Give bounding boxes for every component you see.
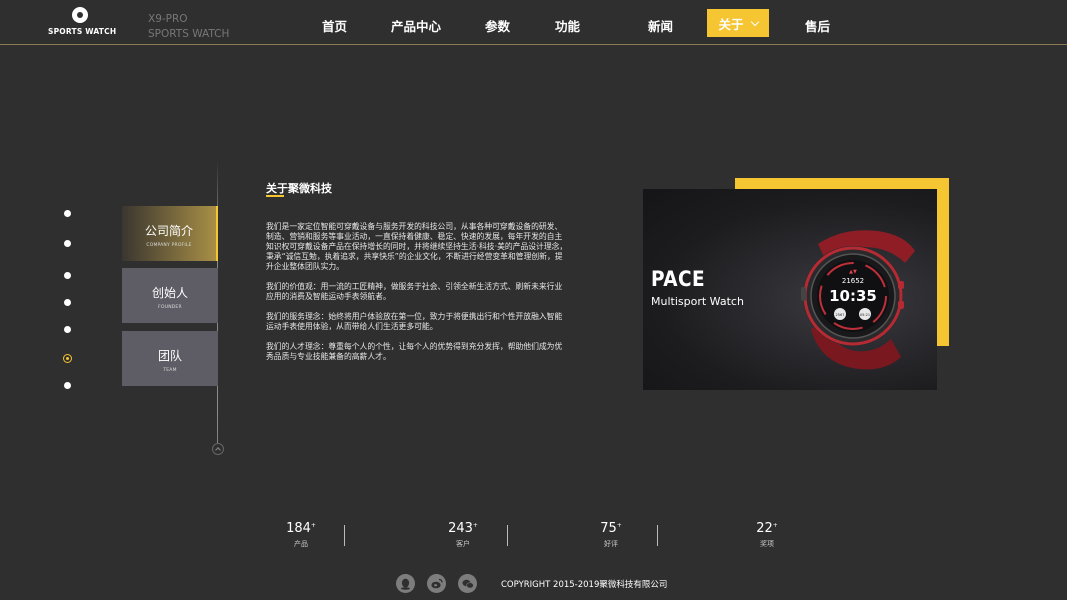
brand-line-2: SPORTS WATCH [148,28,230,40]
stat-number: 22 [756,521,773,536]
nav-products[interactable]: 产品中心 [391,16,441,35]
product-image: PACE Multisport Watch ▲▼ 21652 10:35 256… [643,189,937,390]
logo[interactable]: SPORTS WATCH [48,7,117,36]
nav-about-label: 关于 [718,16,744,32]
title-underline [266,195,284,197]
watch-left-readout: 2567 [836,313,845,317]
tab-title: 公司简介 [144,224,193,238]
dot-nav-item[interactable] [64,210,71,217]
stat-suffix: + [310,522,316,529]
dot-nav-item[interactable] [64,272,71,279]
stat-number: 75 [600,521,617,536]
tab-title: 团队 [157,349,182,363]
brand-name: X9-PRO SPORTS WATCH [148,12,229,42]
nav-about[interactable]: 关于 [707,9,769,37]
svg-text:▲▼: ▲▼ [849,269,857,275]
values-paragraph: 我们的价值观：用一流的工匠精神，做服务于社会、引领全新生活方式、刷新未来行业应用… [266,282,563,301]
nav-news[interactable]: 新闻 [648,16,673,35]
watch-top-readout: 21652 [842,277,864,285]
watch-time-readout: 10:35 [829,287,877,305]
scroll-up-icon[interactable] [212,443,224,455]
stat-number: 184 [286,521,311,536]
watch-right-readout: 05:21 [860,313,870,317]
about-paragraph: 我们是一家定位智能可穿戴设备与服务开发的科技公司，从事各种可穿戴设备的研发、制造… [266,222,568,271]
stat-divider [507,525,508,546]
chevron-down-icon [750,17,759,26]
tab-founder[interactable]: 创始人 FOUNDER [122,268,218,323]
logo-mark-icon [72,7,88,23]
dot-nav-item-active[interactable] [63,354,72,363]
tab-company-profile[interactable]: 公司简介 COMPANY PROFILE [122,206,218,261]
tab-title: 创始人 [151,286,188,300]
nav-home[interactable]: 首页 [322,16,347,35]
stat-awards: 22+ 奖项 [737,521,797,549]
dot-nav-item[interactable] [64,326,71,333]
stat-label: 奖项 [760,540,774,548]
nav-specs[interactable]: 参数 [485,16,510,35]
stat-suffix: + [472,522,478,529]
tab-subtitle: TEAM [163,368,177,373]
stat-divider [657,525,658,546]
tab-subtitle: COMPANY PROFILE [146,243,192,248]
stat-label: 客户 [456,540,470,548]
service-paragraph: 我们的服务理念：始终将用户体验放在第一位，致力于将便携出行和个性开放融入智能运动… [266,312,563,331]
stat-divider [344,525,345,546]
qq-icon[interactable] [396,574,415,593]
stat-products: 184+ 产品 [271,521,331,549]
stat-suffix: + [616,522,622,529]
logo-text: SPORTS WATCH [48,27,117,36]
stat-suffix: + [772,522,778,529]
stat-reviews: 75+ 好评 [581,521,641,549]
brand-line-1: X9-PRO [148,13,188,25]
watch-icon: ▲▼ 21652 10:35 2567 05:21 [801,230,915,370]
talent-paragraph: 我们的人才理念：尊重每个人的个性，让每个人的优势得到充分发挥，帮助他们成为优秀品… [266,342,563,361]
nav-features[interactable]: 功能 [555,16,580,35]
stat-label: 产品 [294,540,308,548]
weibo-icon[interactable] [427,574,446,593]
about-title: 关于聚微科技 [266,182,332,195]
dot-nav-item[interactable] [64,382,71,389]
copyright-text: COPYRIGHT 2015-2019聚微科技有限公司 [501,580,668,590]
stat-clients: 243+ 客户 [433,521,493,549]
stat-number: 243 [448,521,473,536]
wechat-icon[interactable] [458,574,477,593]
tab-subtitle: FOUNDER [158,305,182,310]
dot-nav-item[interactable] [64,299,71,306]
nav-after-sales[interactable]: 售后 [805,16,830,35]
dot-nav-item[interactable] [64,240,71,247]
tab-team[interactable]: 团队 TEAM [122,331,218,386]
stat-label: 好评 [604,540,618,548]
site-header: SPORTS WATCH X9-PRO SPORTS WATCH 首页 产品中心… [0,0,1067,45]
